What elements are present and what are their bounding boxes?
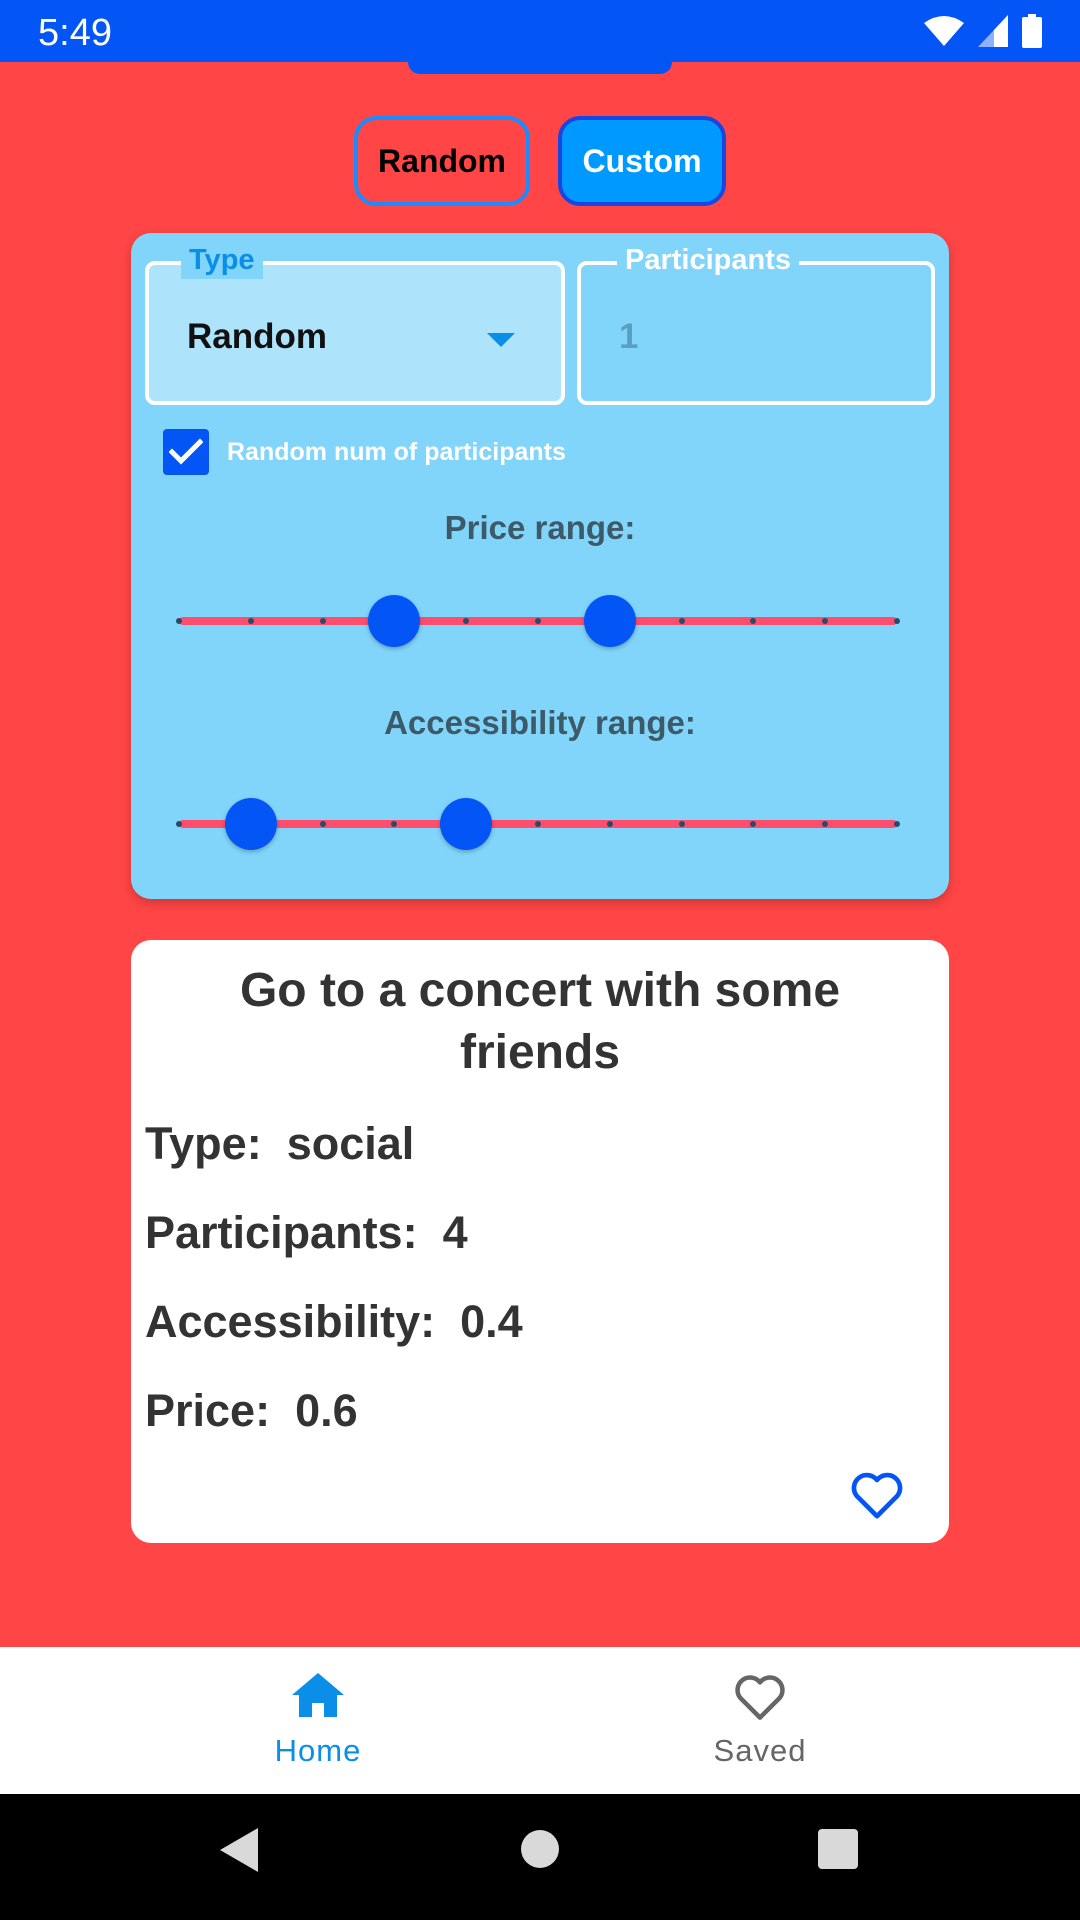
price-label: Price: bbox=[145, 1385, 271, 1436]
nav-home[interactable]: Home bbox=[98, 1647, 538, 1794]
price-range-slider-thumb-low[interactable] bbox=[368, 595, 421, 647]
type-value: social bbox=[286, 1118, 415, 1169]
random-participants-row: Random num of participants bbox=[163, 429, 566, 475]
participants-value: 1 bbox=[619, 317, 639, 356]
participants-count: 4 bbox=[442, 1207, 468, 1258]
nav-home-label: Home bbox=[274, 1733, 362, 1768]
cellular-signal-icon bbox=[978, 15, 1008, 47]
home-circle-icon[interactable] bbox=[519, 1828, 561, 1870]
status-time: 5:49 bbox=[38, 12, 112, 54]
wifi-icon bbox=[924, 16, 964, 46]
participants-field[interactable]: Participants 1 bbox=[577, 241, 935, 405]
accessibility-range-slider-thumb-low[interactable] bbox=[224, 798, 277, 850]
recents-square-icon[interactable] bbox=[817, 1828, 859, 1870]
accessibility-label: Accessibility: bbox=[145, 1296, 436, 1347]
accessibility-range-title: Accessibility range: bbox=[384, 704, 696, 741]
type-label: Type: bbox=[145, 1118, 262, 1169]
save-heart-icon[interactable] bbox=[849, 1468, 905, 1520]
accessibility-range-slider-tick bbox=[176, 821, 182, 827]
price-range-slider-thumb-high[interactable] bbox=[583, 595, 636, 647]
activity-title: Go to a concert with some friends bbox=[239, 964, 841, 1079]
price-range-slider-tick bbox=[678, 618, 685, 624]
price-range-slider-tick bbox=[319, 618, 326, 624]
random-mode-button[interactable]: Random bbox=[354, 116, 530, 206]
back-icon[interactable] bbox=[218, 1826, 260, 1874]
custom-mode-button[interactable]: Custom bbox=[558, 116, 726, 206]
price-value: 0.6 bbox=[295, 1385, 358, 1436]
price-range-slider-tick bbox=[247, 618, 254, 624]
random-participants-label: Random num of participants bbox=[227, 437, 566, 466]
accessibility-range-slider-tick bbox=[894, 821, 900, 827]
system-navigation-bar bbox=[0, 1794, 1080, 1920]
type-dropdown[interactable]: Type Random bbox=[145, 241, 565, 405]
price-range-slider[interactable] bbox=[176, 595, 900, 647]
top-sheet-handle bbox=[408, 56, 672, 74]
participants-field-label: Participants bbox=[617, 241, 799, 279]
nav-saved[interactable]: Saved bbox=[540, 1647, 980, 1794]
dropdown-arrow-icon[interactable] bbox=[487, 333, 515, 347]
price-range-slider-tick bbox=[894, 618, 900, 624]
heart-outline-icon bbox=[735, 1675, 785, 1720]
type-field-label: Type bbox=[181, 241, 263, 279]
status-bar: 5:49 bbox=[0, 0, 1080, 62]
activity-type-row: Type: social bbox=[145, 1118, 414, 1170]
checkmark-icon bbox=[169, 438, 203, 465]
battery-icon bbox=[1022, 14, 1042, 48]
accessibility-range-slider-tick bbox=[535, 821, 541, 827]
filter-card: Type Random Participants 1 Random num of… bbox=[131, 233, 949, 899]
price-range-slider-tick bbox=[535, 618, 541, 624]
accessibility-range-slider-tick bbox=[678, 821, 685, 827]
accessibility-value: 0.4 bbox=[460, 1296, 523, 1347]
activity-price-row: Price: 0.6 bbox=[145, 1385, 358, 1437]
price-range-slider-tick bbox=[176, 618, 182, 624]
activity-accessibility-row: Accessibility: 0.4 bbox=[145, 1296, 523, 1348]
accessibility-range-slider-tick bbox=[606, 821, 613, 827]
home-icon bbox=[292, 1673, 344, 1717]
random-participants-checkbox[interactable] bbox=[163, 429, 209, 475]
price-range-title: Price range: bbox=[444, 509, 636, 546]
nav-saved-label: Saved bbox=[713, 1733, 807, 1768]
accessibility-range-slider-tick bbox=[319, 821, 326, 827]
bottom-navigation: Home Saved bbox=[0, 1647, 1080, 1794]
accessibility-range-slider-thumb-high[interactable] bbox=[440, 798, 493, 850]
activity-participants-row: Participants: 4 bbox=[145, 1207, 468, 1259]
status-icons bbox=[924, 14, 1042, 48]
type-selected-value: Random bbox=[187, 317, 327, 356]
participants-label: Participants: bbox=[145, 1207, 418, 1258]
accessibility-range-slider[interactable] bbox=[176, 798, 900, 850]
activity-card: Go to a concert with some friends Type: … bbox=[131, 940, 949, 1543]
